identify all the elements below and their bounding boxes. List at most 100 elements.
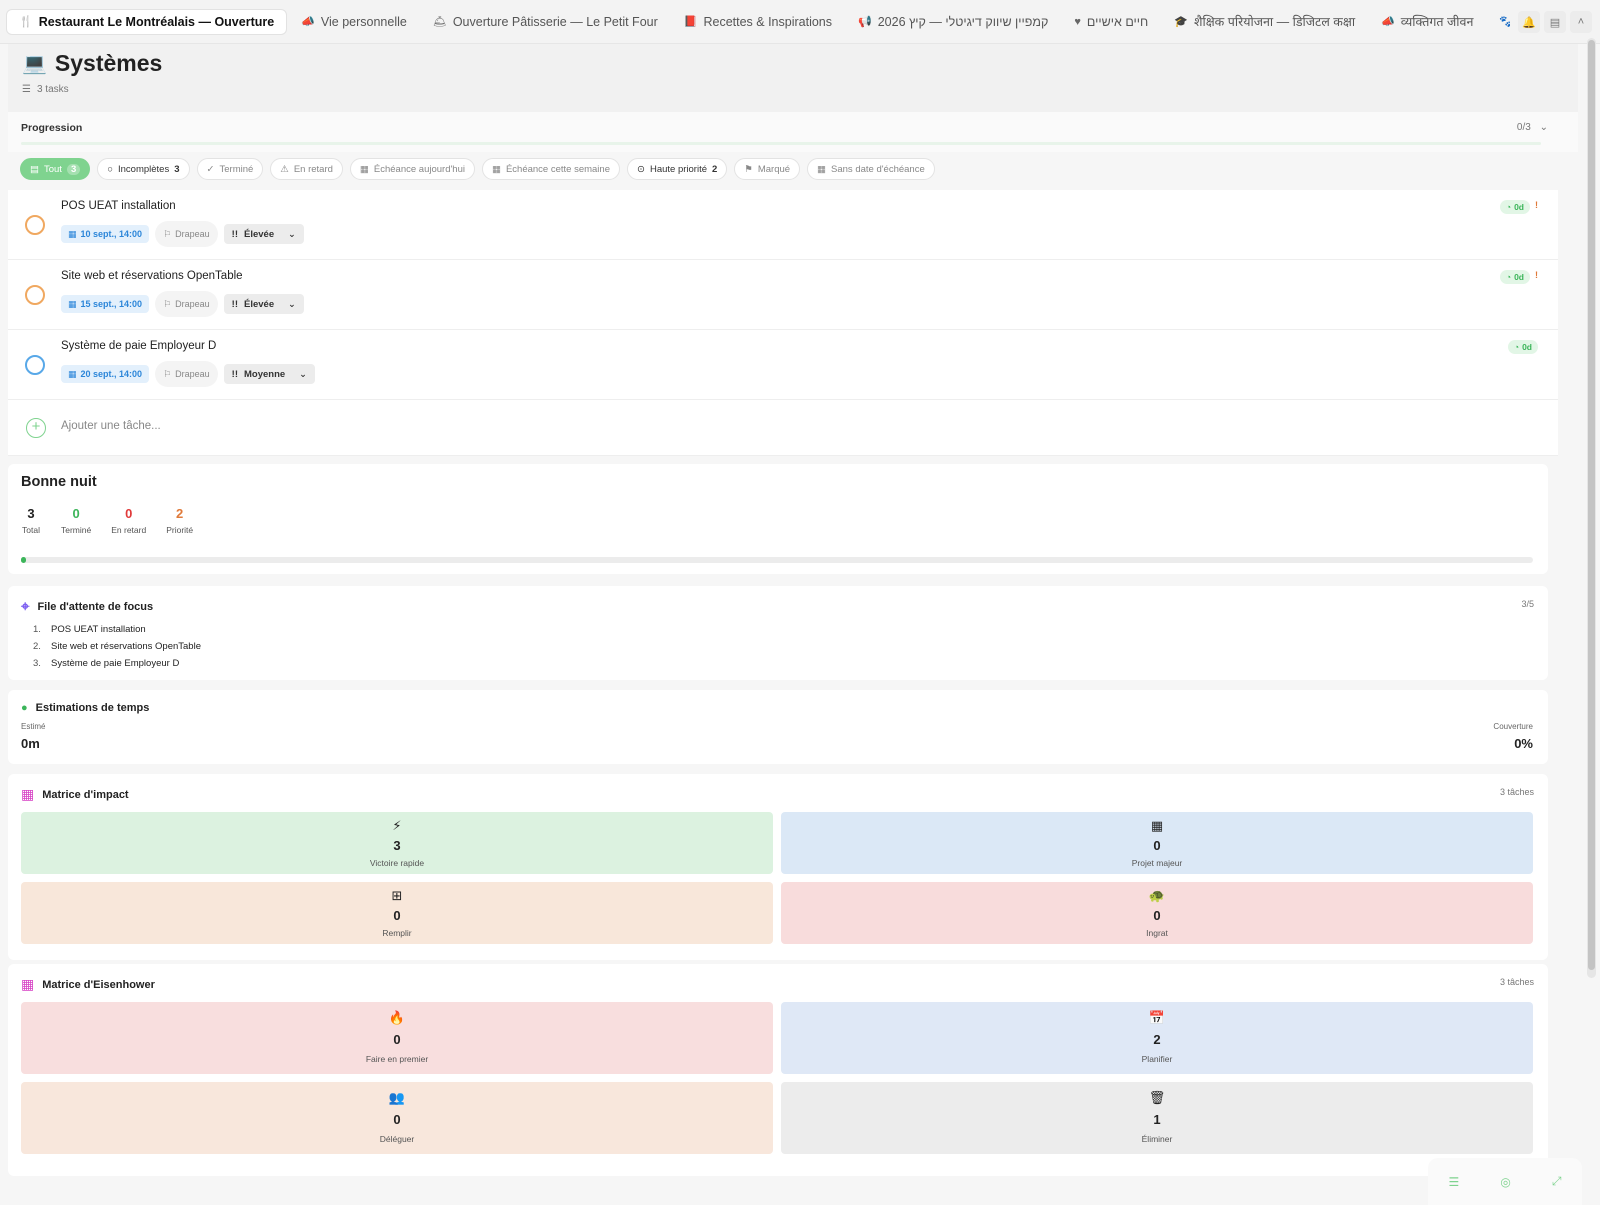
filter-chip[interactable]: ▦ Échéance cette semaine	[481, 158, 620, 180]
expand-icon[interactable]: ⤢	[1552, 1174, 1562, 1189]
impact-title-text: Matrice d'impact	[42, 788, 129, 801]
impact-cell-icon: ⚡	[392, 818, 402, 833]
grid-icon: ▦	[21, 786, 35, 802]
eisenhower-cell-éliminer[interactable]: 🗑 1 Éliminer	[781, 1082, 1533, 1154]
task-meta: ▦ 10 sept., 14:00 ⚐ Drapeau!! Élevée ⌄	[61, 221, 304, 247]
flag-button[interactable]: ⚐ Drapeau	[155, 361, 218, 387]
tab-2[interactable]: 🛎 Ouverture Pâtisserie — Le Petit Four	[421, 9, 670, 35]
focus-item[interactable]: 3. Système de paie Employeur D	[33, 658, 201, 669]
stat-value: 3	[27, 506, 35, 521]
grid-icon: ▦	[21, 976, 35, 992]
impact-cell-label: Remplir	[382, 928, 412, 938]
filter-chip[interactable]: ⚠ En retard	[270, 158, 343, 180]
add-task-row[interactable]: + Ajouter une tâche...	[8, 400, 1558, 456]
list-icon: ☰	[22, 84, 31, 95]
tab-6[interactable]: 🎓 शैक्षिक परियोजना — डिजिटल कक्षा	[1162, 9, 1367, 35]
eisenhower-cell-count: 0	[393, 1112, 401, 1127]
time-badge-text: 0d	[1522, 342, 1532, 352]
tab-icon: 📣	[301, 16, 315, 28]
focus-item[interactable]: 1. POS UEAT installation	[33, 624, 201, 635]
add-icon[interactable]: +	[26, 418, 46, 438]
impact-cell-label: Projet majeur	[1131, 858, 1183, 868]
chevron-up-icon[interactable]: ˄	[1570, 11, 1592, 33]
filter-label: Haute priorité	[649, 163, 707, 175]
time-badge-text: 0d	[1514, 202, 1524, 212]
tab-7[interactable]: 📣 व्यक्तिगत जीवन	[1369, 9, 1485, 35]
filter-chip[interactable]: ⚑ Marqué	[734, 158, 801, 180]
tab-4[interactable]: 📢 קמפיין שיווק דיגיטלי — קיץ 2026	[846, 9, 1060, 35]
list-icon[interactable]: ☰	[1449, 1175, 1460, 1189]
timer-icon[interactable]: ◎	[1500, 1175, 1510, 1189]
flag-button[interactable]: ⚐ Drapeau	[155, 221, 218, 247]
filter-label: Incomplètes	[118, 163, 170, 175]
filter-chip[interactable]: ▦ Échéance aujourd'hui	[349, 158, 475, 180]
greeting-title: Bonne nuit	[21, 474, 97, 490]
eisenhower-cell-déléguer[interactable]: 👥 0 Déléguer	[21, 1082, 773, 1154]
task-title[interactable]: Système de paie Employeur D	[61, 340, 216, 352]
priority-select[interactable]: !! Moyenne ⌄	[223, 364, 315, 384]
progress-count: 0/3 ⌄	[1517, 122, 1548, 133]
filter-chip[interactable]: ○ Incomplètes 3	[97, 158, 190, 180]
flag-button[interactable]: ⚐ Drapeau	[155, 291, 218, 317]
tab-3[interactable]: 📕 Recettes & Inspirations	[672, 9, 844, 35]
impact-cell-count: 0	[1153, 908, 1161, 923]
due-date-chip[interactable]: ▦ 10 sept., 14:00	[61, 225, 150, 243]
estimates-title: ● Estimations de temps	[21, 702, 149, 714]
filter-chip[interactable]: ✓ Terminé	[196, 158, 264, 180]
impact-cell-projet-majeur[interactable]: ▦ 0 Projet majeur	[781, 812, 1533, 874]
tab-1[interactable]: 📣 Vie personnelle	[289, 9, 419, 35]
eisenhower-cell-planifier[interactable]: 📅 2 Planifier	[781, 1002, 1533, 1074]
complete-checkbox[interactable]	[25, 355, 45, 375]
impact-cell-icon: 🐢	[1148, 888, 1166, 903]
impact-cell-count: 0	[393, 908, 401, 923]
stats-row: 3 Total 0 Terminé 0 En retard 2 Priorité	[21, 506, 193, 535]
filter-chip[interactable]: ⊙ Haute priorité 2	[627, 158, 728, 180]
complete-checkbox[interactable]	[25, 285, 45, 305]
eisenhower-cell-count: 2	[1153, 1032, 1161, 1047]
add-task-input[interactable]: Ajouter une tâche...	[61, 420, 161, 432]
due-date-chip[interactable]: ▦ 20 sept., 14:00	[61, 365, 150, 383]
filter-label: Sans date d'échéance	[831, 163, 925, 175]
focus-list: 1. POS UEAT installation 2. Site web et rés…	[33, 624, 201, 675]
filter-chip[interactable]: ▦ Sans date d'échéance	[807, 158, 935, 180]
priority-select[interactable]: !! Élevée ⌄	[223, 294, 304, 314]
stat-en-retard: 0 En retard	[111, 506, 146, 535]
priority-label: Élevée	[244, 228, 275, 240]
time-badge: ◔ 0d	[1499, 200, 1530, 214]
bell-icon[interactable]: 🔔	[1518, 11, 1540, 33]
tab-5[interactable]: ♥ חיים אישיים	[1062, 9, 1160, 35]
tab-label: Restaurant Le Montréalais — Ouverture	[38, 14, 275, 29]
tab-icon: 📕	[683, 16, 698, 28]
tab-label: शैक्षिक परियोजना — डिजिटल कक्षा	[1193, 15, 1356, 29]
impact-cell-count: 3	[393, 838, 401, 853]
eisenhower-cell-faire-en-premier[interactable]: 🔥 0 Faire en premier	[21, 1002, 773, 1074]
flag-label: Drapeau	[175, 299, 210, 309]
task-title[interactable]: POS UEAT installation	[61, 200, 176, 212]
impact-cell-victoire-rapide[interactable]: ⚡ 3 Victoire rapide	[21, 812, 773, 874]
task-title[interactable]: Site web et réservations OpenTable	[61, 270, 243, 282]
complete-checkbox[interactable]	[25, 215, 45, 235]
due-date-chip[interactable]: ▦ 15 sept., 14:00	[61, 295, 150, 313]
stat-label: En retard	[111, 525, 147, 535]
tab-icon: 📢	[858, 16, 872, 28]
progress-section[interactable]: Progression 0/3 ⌄	[8, 112, 1578, 152]
filter-icon: ⚠	[280, 163, 289, 175]
impact-cell-label: Ingrat	[1146, 928, 1168, 938]
filter-label: Tout	[43, 163, 62, 175]
page-header: 💻 Systèmes ☰ 3 tasks	[8, 44, 1578, 112]
scrollbar-thumb[interactable]	[1588, 40, 1595, 970]
focus-item[interactable]: 2. Site web et réservations OpenTable	[33, 641, 201, 652]
impact-cell-ingrat[interactable]: 🐢 0 Ingrat	[781, 882, 1533, 944]
impact-cell-remplir[interactable]: ⊞ 0 Remplir	[21, 882, 773, 944]
filter-chip[interactable]: ▤ Tout 3	[20, 158, 91, 180]
due-date-text: 15 sept., 14:00	[80, 299, 143, 309]
stat-label: Total	[22, 525, 40, 535]
layout-icon[interactable]: ▤	[1544, 11, 1566, 33]
eisenhower-cell-icon: 🔥	[388, 1010, 406, 1025]
chevron-down-icon[interactable]: ⌄	[1540, 122, 1548, 133]
impact-cell-icon: ▦	[1150, 818, 1164, 833]
stats-card: Bonne nuit 3 Total 0 Terminé 0 En retard 2 Prio…	[8, 464, 1548, 574]
eisenhower-cell-icon: 📅	[1148, 1010, 1166, 1025]
tab-0[interactable]: 🍴 Restaurant Le Montréalais — Ouverture	[6, 8, 288, 35]
priority-select[interactable]: !! Élevée ⌄	[223, 224, 304, 244]
